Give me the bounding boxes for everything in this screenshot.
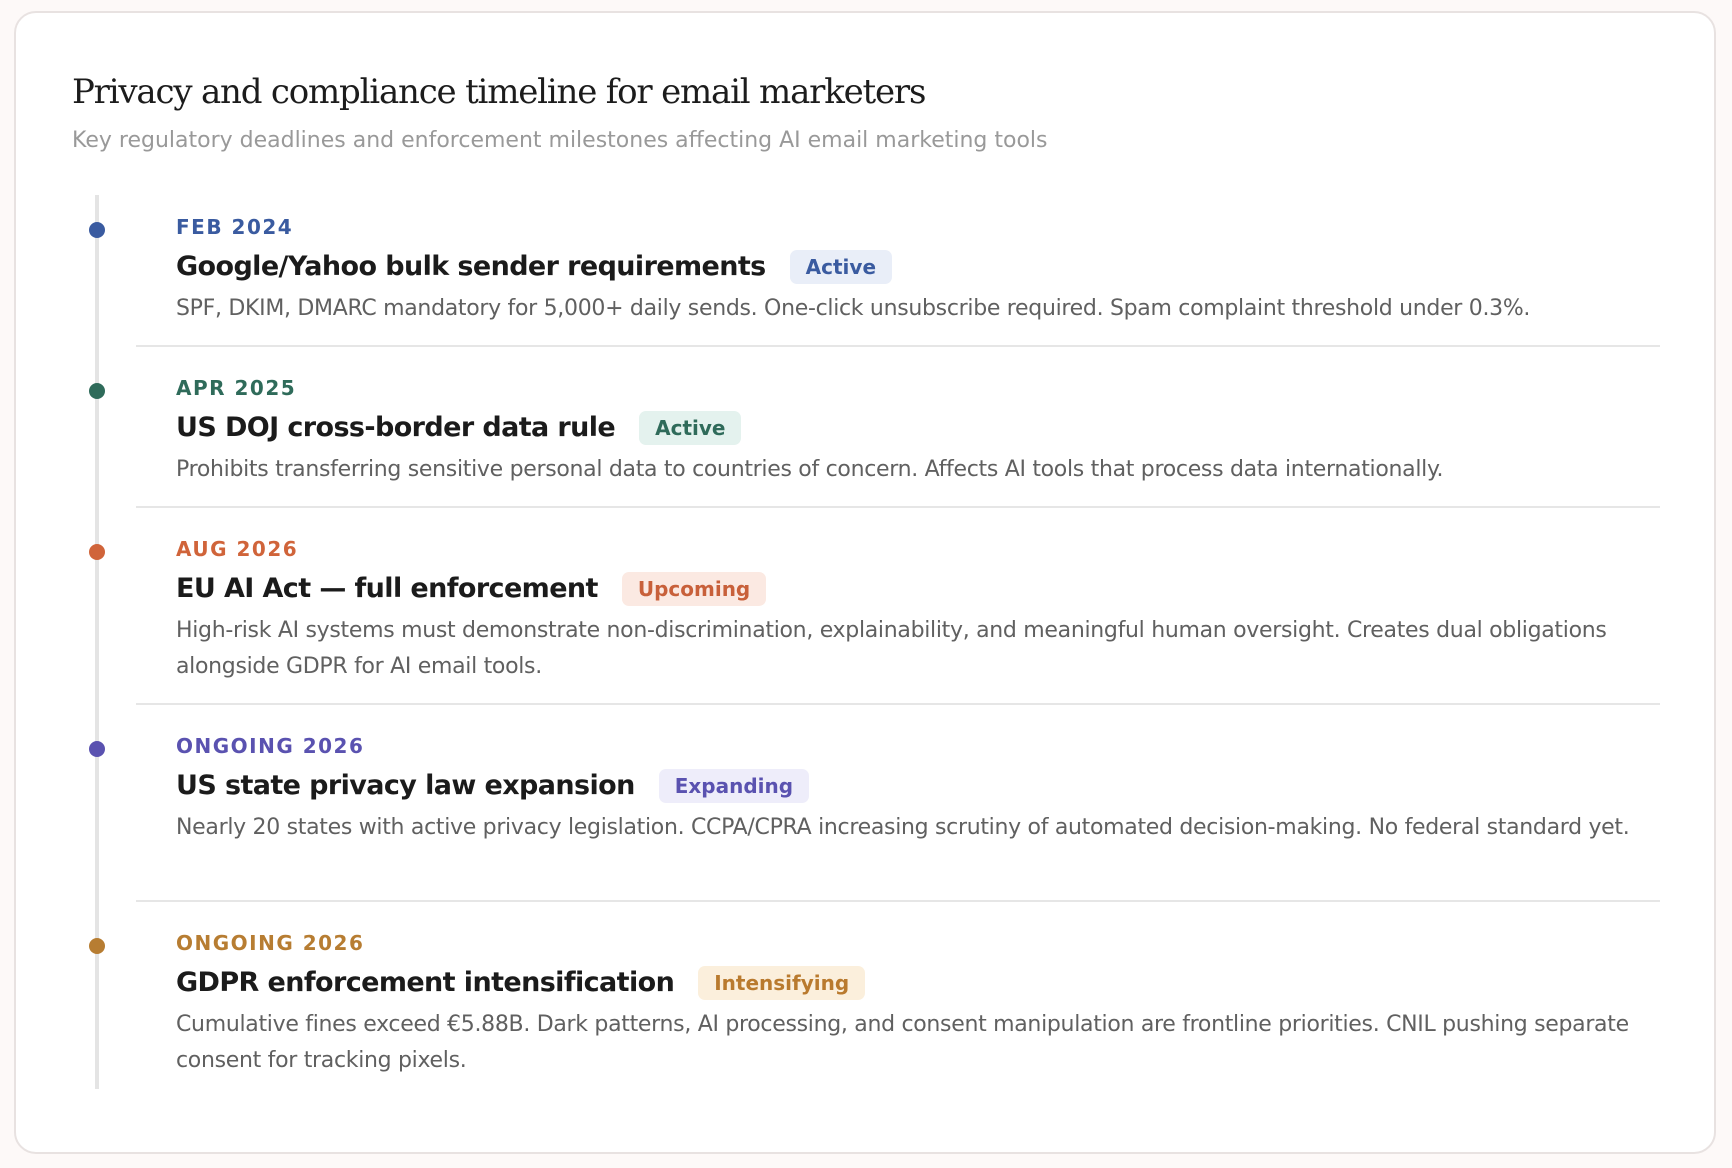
timeline-date: FEB 2024 <box>176 215 294 239</box>
timeline-date: APR 2025 <box>176 376 297 400</box>
timeline-heading-row: Google/Yahoo bulk sender requirements Ac… <box>176 249 1660 285</box>
status-badge: Intensifying <box>698 966 866 1000</box>
timeline-heading-row: US state privacy law expansion Expanding <box>176 768 1660 804</box>
timeline-dot <box>89 741 105 757</box>
timeline-item: FEB 2024 Google/Yahoo bulk sender requir… <box>136 201 1660 347</box>
timeline-item: AUG 2026 EU AI Act — full enforcement Up… <box>136 523 1660 705</box>
timeline-title: EU AI Act — full enforcement <box>176 573 598 604</box>
page-subtitle: Key regulatory deadlines and enforcement… <box>72 128 1048 153</box>
timeline-dot <box>89 544 105 560</box>
timeline-heading-row: US DOJ cross-border data rule Active <box>176 410 1660 446</box>
timeline-dot <box>89 383 105 399</box>
page-title: Privacy and compliance timeline for emai… <box>72 72 926 112</box>
status-badge: Upcoming <box>621 572 767 606</box>
timeline-title: GDPR enforcement intensification <box>176 967 675 998</box>
timeline-description: Nearly 20 states with active privacy leg… <box>176 815 1630 840</box>
timeline-title: US DOJ cross-border data rule <box>176 412 616 443</box>
timeline-date: AUG 2026 <box>176 537 299 561</box>
timeline-heading-row: EU AI Act — full enforcement Upcoming <box>176 571 1660 607</box>
timeline-line <box>95 195 99 1089</box>
timeline-description: SPF, DKIM, DMARC mandatory for 5,000+ da… <box>176 296 1531 321</box>
timeline-dot <box>89 222 105 238</box>
status-badge: Active <box>639 411 742 445</box>
timeline-title: Google/Yahoo bulk sender requirements <box>176 251 766 282</box>
timeline-description: Prohibits transferring sensitive persona… <box>176 457 1444 482</box>
status-badge: Expanding <box>658 769 810 803</box>
status-badge: Active <box>789 250 893 284</box>
timeline-item: ONGOING 2026 US state privacy law expans… <box>136 720 1660 902</box>
timeline-heading-row: GDPR enforcement intensification Intensi… <box>176 965 1660 1001</box>
timeline-item: ONGOING 2026 GDPR enforcement intensific… <box>136 917 1660 1097</box>
timeline-title: US state privacy law expansion <box>176 770 635 801</box>
timeline-item: APR 2025 US DOJ cross-border data rule A… <box>136 362 1660 508</box>
timeline-date: ONGOING 2026 <box>176 931 365 955</box>
timeline-date: ONGOING 2026 <box>176 734 365 758</box>
timeline-description: High-risk AI systems must demonstrate no… <box>176 618 1607 679</box>
timeline-description: Cumulative fines exceed €5.88B. Dark pat… <box>176 1012 1629 1073</box>
timeline-dot <box>89 938 105 954</box>
